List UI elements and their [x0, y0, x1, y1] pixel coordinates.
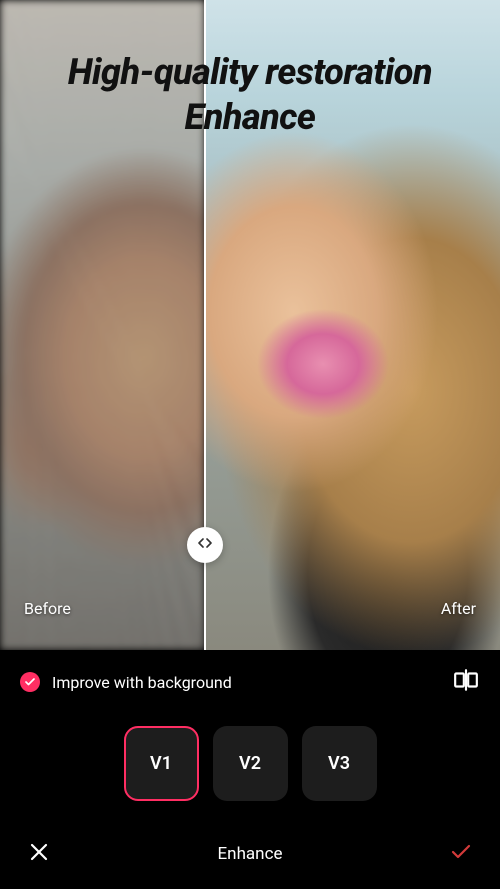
drag-horizontal-icon: [197, 535, 213, 555]
version-button-v2[interactable]: V2: [213, 726, 288, 801]
compare-slider-handle[interactable]: [187, 527, 223, 563]
version-label: V3: [328, 753, 350, 774]
close-icon: [27, 840, 51, 868]
confirm-button[interactable]: [446, 839, 476, 869]
check-icon: [24, 673, 36, 692]
version-selector: V1 V2 V3: [0, 706, 500, 809]
compare-icon: [453, 667, 479, 697]
bottom-bar: Enhance: [0, 825, 500, 889]
before-label: Before: [24, 599, 71, 618]
option-row: Improve with background: [0, 650, 500, 706]
version-button-v3[interactable]: V3: [302, 726, 377, 801]
compare-toggle-button[interactable]: [452, 668, 480, 696]
version-label: V2: [239, 753, 261, 774]
preview-area: High-quality restoration Enhance Before …: [0, 0, 500, 650]
controls-panel: Improve with background V1 V2 V3: [0, 650, 500, 889]
improve-background-checkbox[interactable]: [20, 672, 40, 692]
option-label: Improve with background: [52, 673, 452, 692]
after-label: After: [441, 599, 476, 618]
mode-label: Enhance: [218, 844, 283, 864]
check-icon: [449, 840, 473, 868]
headline-text: High-quality restoration Enhance: [0, 50, 500, 140]
version-button-v1[interactable]: V1: [124, 726, 199, 801]
cancel-button[interactable]: [24, 839, 54, 869]
version-label: V1: [150, 753, 172, 774]
